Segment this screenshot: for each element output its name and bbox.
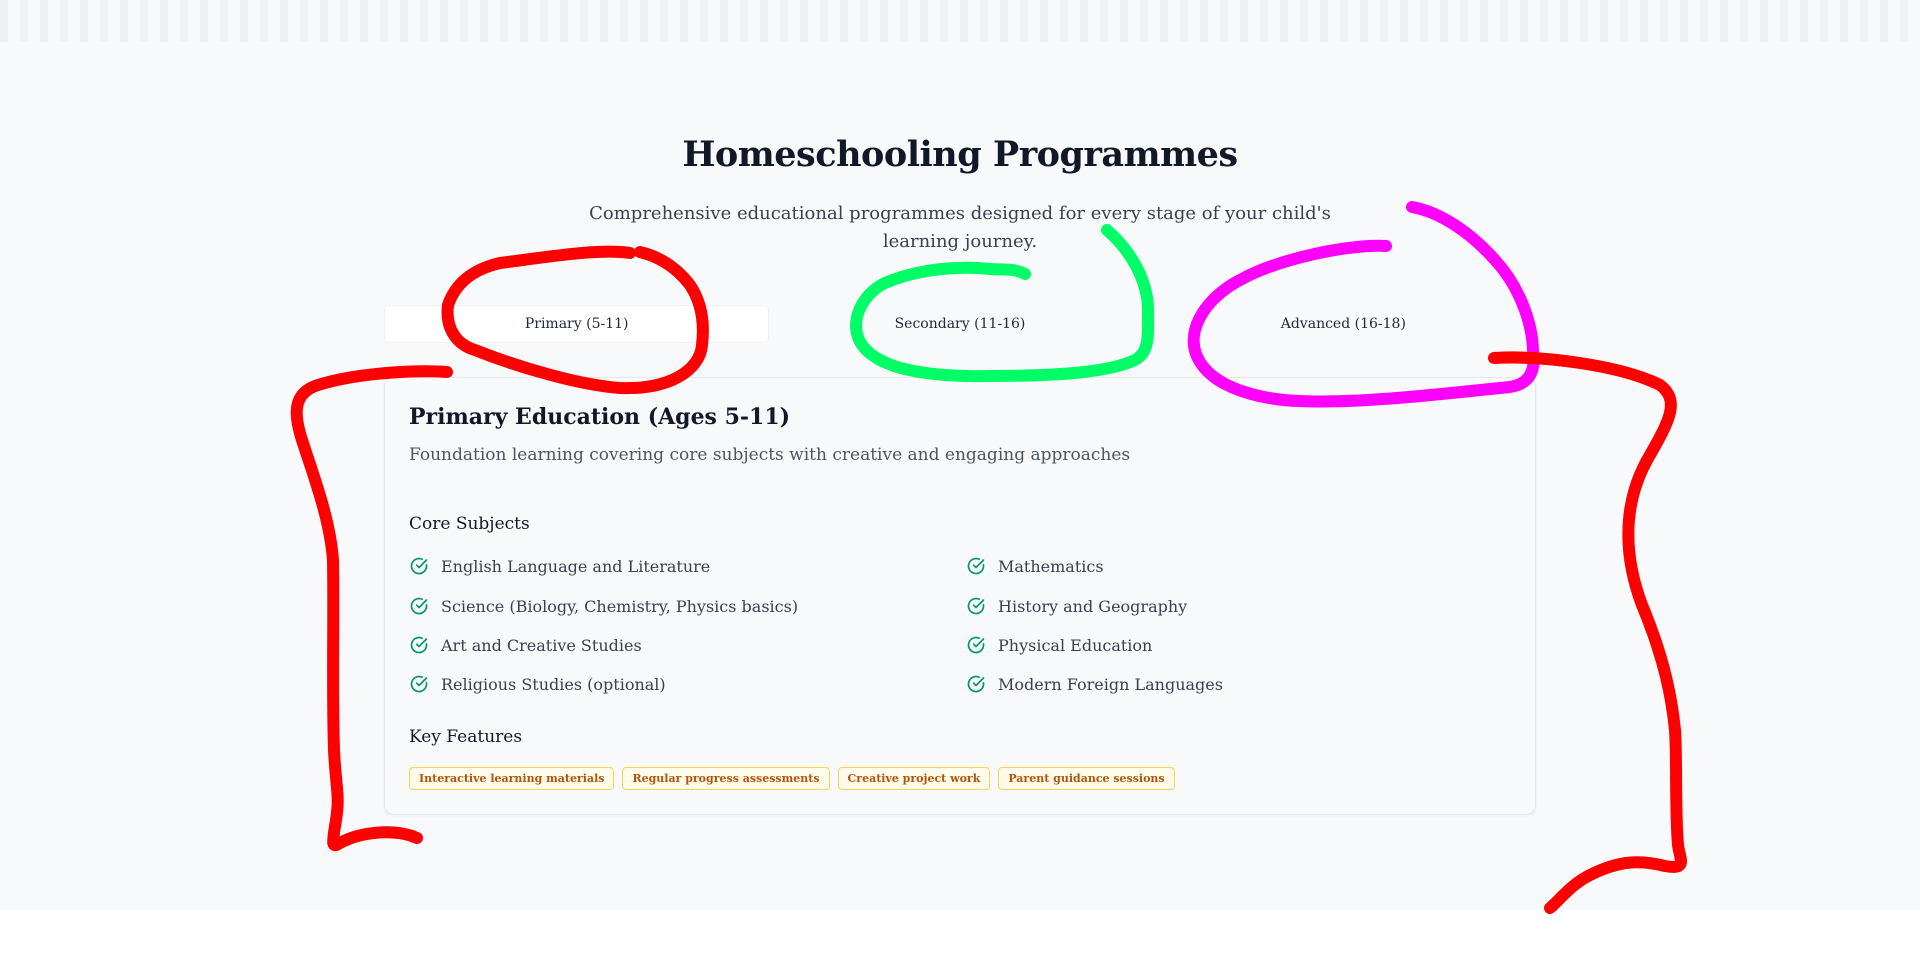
- subject-item: Mathematics: [966, 554, 1104, 578]
- subject-item: Art and Creative Studies: [409, 633, 642, 657]
- programme-tabs: Primary (5-11) Secondary (11-16) Advance…: [385, 306, 1535, 342]
- subject-label: Art and Creative Studies: [441, 635, 642, 655]
- subject-label: History and Geography: [998, 596, 1188, 616]
- feature-tag: Creative project work: [837, 767, 991, 790]
- subject-item: Physical Education: [966, 633, 1152, 657]
- page-subtitle: Comprehensive educational programmes des…: [589, 203, 1331, 252]
- subject-item: Science (Biology, Chemistry, Physics bas…: [409, 594, 798, 618]
- check-circle-icon: [410, 675, 428, 693]
- subject-label: Physical Education: [998, 635, 1153, 655]
- feature-tags: Interactive learning materials Regular p…: [409, 767, 1175, 790]
- subject-item: Religious Studies (optional): [409, 672, 666, 696]
- subject-label: Modern Foreign Languages: [998, 674, 1223, 694]
- subject-label: Religious Studies (optional): [441, 674, 666, 694]
- tab-primary[interactable]: Primary (5-11): [385, 306, 769, 342]
- page-title: Homeschooling Programmes: [682, 134, 1238, 175]
- tab-secondary[interactable]: Secondary (11-16): [768, 306, 1151, 342]
- tab-advanced[interactable]: Advanced (16-18): [1152, 306, 1535, 342]
- top-strip: [0, 0, 1920, 42]
- subject-item: History and Geography: [966, 594, 1187, 618]
- check-circle-icon: [967, 675, 985, 693]
- subject-label: Science (Biology, Chemistry, Physics bas…: [441, 596, 799, 616]
- check-circle-icon: [410, 557, 428, 575]
- check-circle-icon: [967, 597, 985, 615]
- subject-item: Modern Foreign Languages: [966, 672, 1223, 696]
- feature-tag: Interactive learning materials: [409, 767, 615, 790]
- panel-description: Foundation learning covering core subjec…: [409, 445, 1131, 465]
- check-circle-icon: [967, 557, 985, 575]
- core-subjects-heading: Core Subjects: [409, 514, 530, 534]
- check-circle-icon: [410, 597, 428, 615]
- key-features-heading: Key Features: [409, 727, 523, 747]
- panel-title: Primary Education (Ages 5-11): [409, 404, 791, 430]
- feature-tag: Regular progress assessments: [622, 767, 830, 790]
- check-circle-icon: [967, 636, 985, 654]
- subject-label: English Language and Literature: [441, 556, 711, 576]
- subject-label: Mathematics: [998, 556, 1104, 576]
- feature-tag: Parent guidance sessions: [998, 767, 1175, 790]
- subject-item: English Language and Literature: [409, 554, 710, 578]
- programme-panel: Primary Education (Ages 5-11) Foundation…: [384, 377, 1536, 815]
- check-circle-icon: [410, 636, 428, 654]
